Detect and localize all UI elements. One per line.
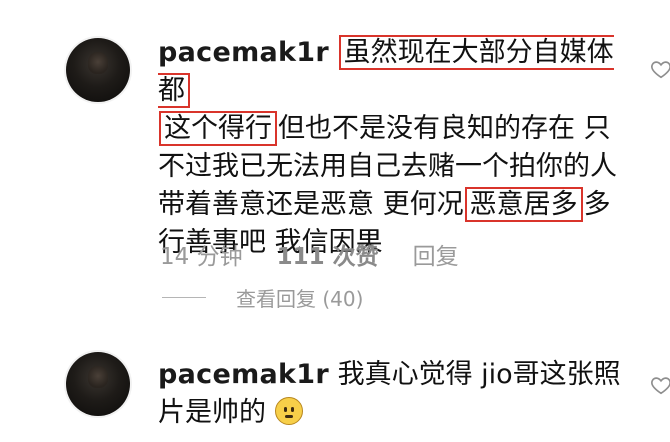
like-count[interactable]: 111 次赞 bbox=[277, 237, 379, 271]
username[interactable]: pacemak1r bbox=[158, 359, 329, 390]
view-replies-label[interactable]: 查看回复 (40) bbox=[236, 283, 363, 312]
timestamp: 14 分钟 bbox=[160, 244, 243, 270]
username[interactable]: pacemak1r bbox=[158, 37, 329, 68]
highlighted-text: 这个得行 bbox=[159, 111, 277, 146]
divider bbox=[162, 296, 206, 299]
avatar[interactable] bbox=[66, 38, 130, 102]
view-replies[interactable]: 查看回复 (40) bbox=[162, 283, 363, 312]
heart-icon[interactable] bbox=[650, 58, 670, 80]
comment-meta: 14 分钟 111 次赞 回复 bbox=[160, 237, 459, 271]
avatar[interactable] bbox=[66, 352, 130, 416]
comment-body: pacemak1r 虽然现在大部分自媒体都 这个得行 但也不是没有良知的存在 只不… bbox=[158, 34, 628, 262]
highlighted-text: 恶意居多 bbox=[464, 187, 583, 222]
heart-icon[interactable] bbox=[650, 374, 670, 396]
comment-body: pacemak1r 我真心觉得 jio哥这张照片是帅的 bbox=[158, 356, 628, 432]
frowning-face-icon bbox=[274, 397, 303, 425]
reply-button[interactable]: 回复 bbox=[413, 237, 459, 271]
